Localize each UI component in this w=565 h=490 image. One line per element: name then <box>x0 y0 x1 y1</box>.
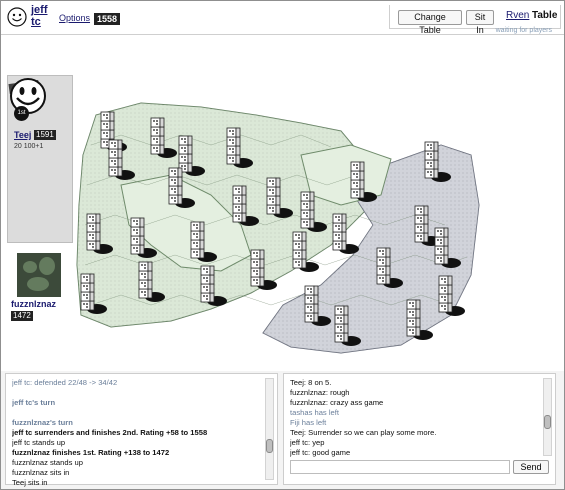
change-table-button[interactable]: Change Table <box>398 10 462 35</box>
chat-line: fuzznlznaz: crazy ass game <box>290 398 384 407</box>
game-board[interactable]: turn 1st Teej 1591 20 100+1 fuzznlznaz 1… <box>1 35 564 371</box>
game-log: jeff tc: defended 22/48 -> 34/42 jeff tc… <box>5 373 278 488</box>
log-line: fuzznlznaz stands up <box>12 458 83 467</box>
sit-in-button[interactable]: Sit In <box>466 10 494 35</box>
log-line: jeff tc stands up <box>12 438 66 447</box>
log-line: fuzznlznaz finishes 1st. Rating +138 to … <box>12 448 170 457</box>
player-stats: 20 100+1 <box>14 143 44 150</box>
smiley-icon <box>7 7 27 27</box>
chat-line: jeff tc: yep <box>290 438 325 447</box>
place-badge: 1st <box>14 106 29 121</box>
status-text: waiting for players <box>495 27 552 34</box>
table-controls: Change Table Sit In Rven Table waiting f… <box>389 5 561 35</box>
hex-map[interactable] <box>1 35 564 371</box>
log-line: jeff tc's turn <box>12 398 56 407</box>
scroll-thumb[interactable] <box>266 439 273 453</box>
player-avatar <box>17 253 61 297</box>
log-line: fuzznlznaz sits in <box>12 468 70 477</box>
chat-panel: Teej: 8 on 5. fuzznlznaz: rough fuzznlznaz… <box>283 373 556 485</box>
username-link[interactable]: jeff tc <box>31 4 53 28</box>
chat-line: fuzznlznaz: rough <box>290 388 350 397</box>
options-link[interactable]: Options <box>59 13 90 23</box>
player-name: fuzznlznaz <box>11 299 56 309</box>
chat-input[interactable] <box>290 460 510 474</box>
log-line: jeff tc: defended 22/48 -> 34/42 <box>12 378 118 387</box>
chat-line: jeff tc: good game <box>290 448 351 457</box>
table-name-link[interactable]: Rven <box>506 10 529 21</box>
player-rating: 1472 <box>11 311 33 321</box>
chat-scrollbar[interactable] <box>543 378 552 456</box>
player-name-link[interactable]: Teej <box>14 130 31 140</box>
player-card-teej[interactable]: turn 1st Teej 1591 20 100+1 <box>7 75 73 243</box>
chat-line: Teej: 8 on 5. <box>290 378 332 387</box>
scroll-thumb[interactable] <box>544 415 551 429</box>
game-window: jeff tc Options 1558 Change Table Sit In… <box>0 0 565 490</box>
chat-line: tashas has left <box>290 408 339 417</box>
chat-line: Teej: Surrender so we can play some more… <box>290 428 437 437</box>
log-scrollbar[interactable] <box>265 378 274 480</box>
log-line: fuzznlznaz's turn <box>12 418 73 427</box>
chat-line: Fiji has left <box>290 418 327 427</box>
log-line: Teej sits in <box>12 478 48 487</box>
top-bar: jeff tc Options 1558 Change Table Sit In… <box>1 1 564 35</box>
table-label: Table <box>532 10 558 21</box>
log-line: jeff tc surrenders and finishes 2nd. Rat… <box>12 428 208 437</box>
player-card-fuzznlznaz[interactable]: fuzznlznaz 1472 <box>7 249 73 327</box>
send-button[interactable]: Send <box>513 460 549 474</box>
rating-badge: 1558 <box>94 13 121 25</box>
player-rating: 1591 <box>34 130 56 140</box>
log-lines: jeff tc: defended 22/48 -> 34/42 jeff tc… <box>12 378 259 488</box>
chat-lines: Teej: 8 on 5. fuzznlznaz: rough fuzznlznaz… <box>290 378 537 458</box>
